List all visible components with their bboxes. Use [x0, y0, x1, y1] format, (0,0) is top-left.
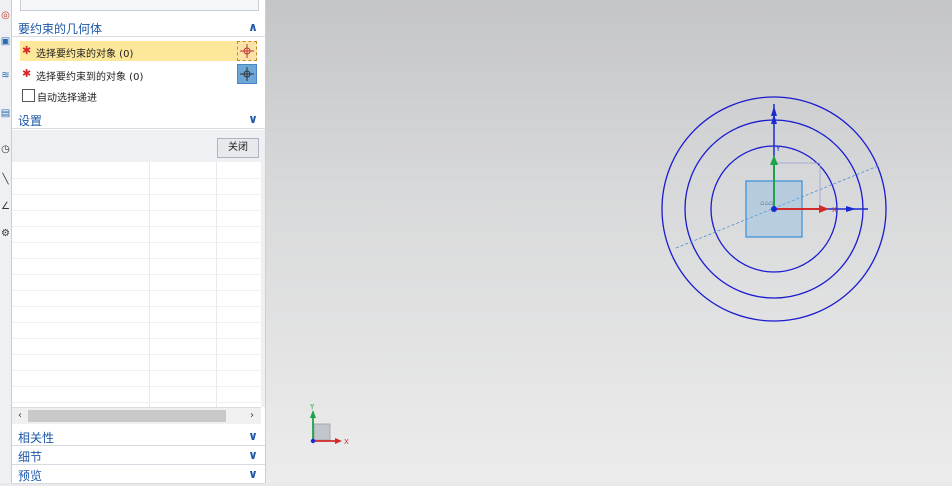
grid-line [12, 354, 261, 355]
select-object-row[interactable]: ✱ 选择要约束的对象 (0) [20, 41, 242, 61]
origin-point[interactable] [771, 206, 777, 212]
vertical-scrollbar[interactable] [261, 162, 265, 407]
target-icon[interactable]: ◎ [0, 10, 11, 22]
graphics-viewport[interactable]: ⌂⌂⌂ Y X Y X [266, 0, 952, 483]
z-axis-arrow-icon [771, 106, 777, 116]
line-icon[interactable]: ╲ [0, 174, 11, 186]
preview-section-header[interactable]: 预览 ∨ [12, 465, 265, 484]
x-axis-arrow-icon [819, 205, 829, 213]
grid-line [12, 338, 261, 339]
left-toolbar: ◎ ▣ ≋ ▤ ◷ ╲ ∠ ⚙ [0, 0, 12, 483]
view-triad-cube [313, 423, 331, 441]
clock-icon[interactable]: ◷ [0, 144, 11, 156]
grid-line [12, 386, 261, 387]
select-object-label: 选择要约束的对象 (0) [36, 49, 134, 60]
x-ext-arrow-icon [846, 206, 856, 212]
grid-line [12, 242, 261, 243]
auto-advance-checkbox[interactable] [22, 89, 35, 102]
chevron-down-icon[interactable]: ∨ [245, 447, 261, 463]
scroll-left-icon[interactable]: ‹ [13, 409, 27, 423]
grid-line [12, 322, 261, 323]
grid-line [12, 210, 261, 211]
grid-divider [149, 162, 150, 408]
grid-line [12, 178, 261, 179]
auto-advance-label: 自动选择递进 [37, 93, 97, 104]
select-target-button[interactable] [237, 64, 257, 84]
chevron-down-icon[interactable]: ∨ [245, 428, 261, 444]
details-section-title: 细节 [18, 450, 43, 464]
grid-line [12, 258, 261, 259]
view-triad-y-label: Y [309, 403, 315, 411]
chevron-down-icon[interactable]: ∨ [245, 111, 261, 127]
document-icon[interactable]: ▤ [0, 108, 11, 120]
select-target-label: 选择要约束到的对象 (0) [36, 72, 144, 83]
square-watermark: ⌂⌂⌂ [760, 199, 773, 207]
results-grid[interactable] [12, 162, 261, 408]
view-triad-x-arrow-icon [335, 438, 342, 444]
y-axis-arrow-icon [770, 155, 778, 165]
geometry-section-title: 要约束的几何体 [18, 22, 103, 36]
settings-section-title: 设置 [18, 114, 43, 128]
x-axis-label: X [832, 206, 837, 214]
constraint-panel: 要约束的几何体 ∧ ✱ 选择要约束的对象 (0) ✱ 选择要约束到的对象 (0)… [12, 0, 266, 484]
geometry-section-header[interactable]: 要约束的几何体 ∧ [12, 18, 265, 37]
gear-small-icon[interactable]: ⚙ [0, 228, 11, 240]
crosshair-icon [240, 44, 254, 58]
close-button[interactable]: 关闭 [217, 138, 259, 158]
grid-line [12, 290, 261, 291]
crosshair-icon [240, 67, 254, 81]
required-star-icon: ✱ [22, 67, 32, 80]
chevron-up-icon[interactable]: ∧ [245, 19, 261, 35]
viewport-canvas[interactable]: ⌂⌂⌂ Y X Y X [266, 0, 952, 483]
grid-divider [216, 162, 217, 408]
preview-section-title: 预览 [18, 469, 43, 483]
grid-line [12, 306, 261, 307]
cube-icon[interactable]: ▣ [0, 36, 11, 48]
top-toolbar-clip [20, 0, 259, 11]
chevron-down-icon[interactable]: ∨ [245, 466, 261, 482]
dependencies-section-header[interactable]: 相关性 ∨ [12, 427, 265, 446]
horizontal-scrollbar[interactable]: ‹ › [12, 407, 261, 424]
view-triad-origin [310, 438, 316, 444]
grid-line [12, 194, 261, 195]
grid-line [12, 370, 261, 371]
dependencies-section-title: 相关性 [18, 431, 55, 445]
select-object-button[interactable] [237, 41, 257, 61]
settings-section-header[interactable]: 设置 ∨ [12, 110, 265, 129]
y-axis-label: Y [775, 145, 781, 153]
scroll-right-icon[interactable]: › [245, 409, 259, 423]
wave-icon[interactable]: ≋ [0, 70, 11, 82]
grid-line [12, 274, 261, 275]
view-triad-x-label: X [344, 438, 349, 446]
select-target-row[interactable]: ✱ 选择要约束到的对象 (0) [20, 64, 242, 84]
scrollbar-thumb[interactable] [28, 410, 226, 422]
angle-icon[interactable]: ∠ [0, 201, 11, 213]
details-section-header[interactable]: 细节 ∨ [12, 446, 265, 465]
view-triad-y-arrow-icon [310, 410, 316, 418]
grid-line [12, 226, 261, 227]
grid-line [12, 402, 261, 403]
required-star-icon: ✱ [22, 44, 32, 57]
